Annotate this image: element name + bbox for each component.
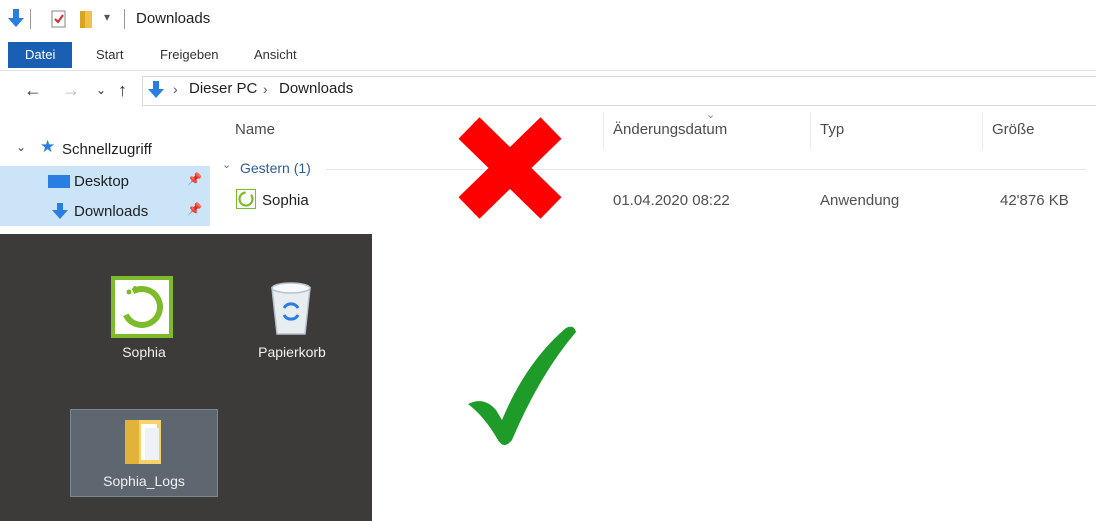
star-icon: ★ [40,137,56,156]
check-mark-icon [468,326,576,445]
column-header-type[interactable]: Typ [820,121,844,138]
title-bar: ▾ Downloads [0,0,1096,38]
sophia-app-icon [111,276,173,338]
customize-quick-access-icon[interactable]: ▾ [104,10,110,24]
desktop-area: Sophia Papierkorb Sophia_Logs [0,234,372,521]
file-type: Anwendung [820,192,900,209]
nav-item-label: Schnellzugriff [62,141,152,158]
nav-item-quick-access[interactable]: ⌄ ★ Schnellzugriff [0,134,210,164]
chevron-down-icon[interactable]: ⌄ [16,140,26,154]
forward-arrow-icon[interactable]: → [62,78,80,102]
breadcrumb-chevron-icon[interactable]: › [173,81,178,97]
desktop-icon-label: Sophia_Logs [103,473,185,489]
breadcrumb-this-pc[interactable]: Dieser PC [189,80,257,97]
new-folder-icon[interactable] [78,8,94,30]
column-separator[interactable] [603,112,604,150]
file-name[interactable]: Sophia [262,192,309,209]
desktop-icon-label: Papierkorb [258,344,326,360]
ribbon-tabs: Datei Start Freigeben Ansicht [0,38,1096,71]
recent-locations-chevron-icon[interactable]: ⌄ [96,78,106,102]
column-separator[interactable] [810,112,811,150]
nav-item-downloads[interactable]: Downloads 📌 [0,196,210,226]
next-group-header-clipped [228,226,368,234]
nav-item-desktop[interactable]: Desktop 📌 [0,166,210,196]
sophia-app-icon [236,189,256,209]
navigation-pane: ⌄ ★ Schnellzugriff Desktop 📌 Downloads 📌 [0,114,210,234]
address-row: ← → ⌄ ↑ › Dieser PC › Downloads [0,72,1096,110]
tab-start[interactable]: Start [84,42,135,68]
breadcrumb-chevron-icon[interactable]: › [263,81,268,97]
recycle-bin-icon [271,282,311,335]
group-divider [326,169,1086,170]
folder-icon [125,420,161,464]
desktop-icon-recycle-bin[interactable]: Papierkorb [242,270,342,370]
column-separator[interactable] [982,112,983,150]
column-header-name[interactable]: Name [235,121,275,138]
pin-icon[interactable]: 📌 [187,202,202,216]
download-arrow-icon[interactable] [8,8,24,30]
back-arrow-icon[interactable]: ← [24,78,42,102]
tab-share[interactable]: Freigeben [148,42,231,68]
group-chevron-icon[interactable]: ⌄ [222,158,231,171]
group-header[interactable]: Gestern (1) [240,160,311,176]
download-arrow-icon [148,81,164,98]
column-header-size[interactable]: Größe [992,121,1035,138]
desktop-icon-label: Sophia [122,344,166,360]
pin-icon[interactable]: 📌 [187,172,202,186]
separator [30,9,31,29]
breadcrumb-downloads[interactable]: Downloads [279,80,353,97]
separator [124,9,125,29]
properties-icon[interactable] [50,8,68,30]
cross-mark-icon [458,117,562,219]
file-date: 01.04.2020 08:22 [613,192,730,209]
column-header-date[interactable]: Änderungsdatum [613,121,727,138]
window-title: Downloads [136,10,211,27]
desktop-icon-sophia[interactable]: Sophia [96,270,192,370]
tab-view[interactable]: Ansicht [242,42,309,68]
tab-file[interactable]: Datei [8,42,73,68]
up-arrow-icon[interactable]: ↑ [118,78,127,102]
sort-chevron-icon: ⌄ [706,109,716,121]
file-size: 42'876 KB [1000,192,1069,209]
desktop-icon-sophia-logs[interactable]: Sophia_Logs [70,409,218,497]
nav-item-label: Downloads [74,203,149,220]
desktop-icon [48,175,70,188]
nav-item-label: Desktop [74,173,130,190]
download-arrow-icon [52,203,68,219]
address-bar[interactable]: › Dieser PC › Downloads [142,76,1096,106]
